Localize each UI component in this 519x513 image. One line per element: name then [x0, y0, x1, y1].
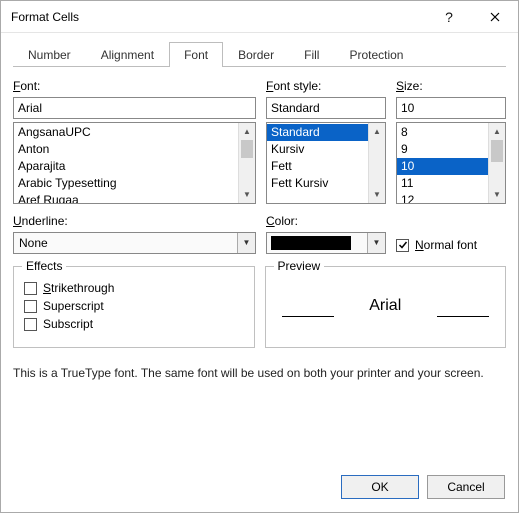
list-item[interactable]: Aref Ruqaa [14, 192, 238, 203]
strike-label: Strikethrough [43, 281, 114, 295]
list-item[interactable]: 11 [397, 175, 488, 192]
list-item[interactable]: Fett [267, 158, 368, 175]
dialog-buttons: OK Cancel [341, 475, 505, 499]
list-item[interactable]: Kursiv [267, 141, 368, 158]
window-title: Format Cells [11, 10, 426, 24]
tab-protection[interactable]: Protection [334, 42, 418, 67]
color-combo[interactable]: ▼ [266, 232, 386, 254]
checkbox-icon [396, 239, 409, 252]
scroll-down-icon[interactable]: ▼ [489, 186, 506, 203]
normal-font-label: Normal font [415, 238, 477, 252]
list-item[interactable]: 9 [397, 141, 488, 158]
preview-legend: Preview [274, 259, 325, 273]
size-input[interactable] [396, 97, 506, 119]
color-swatch [271, 236, 351, 250]
scroll-down-icon[interactable]: ▼ [369, 186, 386, 203]
preview-baseline [282, 316, 334, 317]
size-listbox[interactable]: 8 9 10 11 12 14 ▲ ▼ [396, 122, 506, 204]
list-item[interactable]: Anton [14, 141, 238, 158]
scroll-up-icon[interactable]: ▲ [369, 123, 386, 140]
scroll-thumb[interactable] [241, 140, 253, 158]
effects-group: Effects Strikethrough Superscript Subscr… [13, 266, 255, 348]
titlebar: Format Cells ? [1, 1, 518, 33]
scroll-down-icon[interactable]: ▼ [239, 186, 256, 203]
super-label: Superscript [43, 299, 104, 313]
list-item[interactable]: 8 [397, 124, 488, 141]
fontstyle-scrollbar[interactable]: ▲ ▼ [368, 123, 385, 203]
checkbox-icon [24, 318, 37, 331]
tab-bar: Number Alignment Font Border Fill Protec… [13, 41, 506, 67]
normal-font-checkbox[interactable]: Normal font [396, 238, 477, 252]
chevron-down-icon[interactable]: ▼ [237, 233, 255, 253]
scroll-thumb[interactable] [491, 140, 503, 162]
scroll-up-icon[interactable]: ▲ [489, 123, 506, 140]
tab-fill[interactable]: Fill [289, 42, 334, 67]
tab-number[interactable]: Number [13, 42, 86, 67]
checkbox-icon [24, 300, 37, 313]
preview-text: Arial [369, 297, 401, 315]
tab-alignment[interactable]: Alignment [86, 42, 169, 67]
preview-group: Preview Arial [265, 266, 507, 348]
font-row: Font: AngsanaUPC Anton Aparajita Arabic … [13, 79, 506, 204]
checkbox-icon [24, 282, 37, 295]
size-scrollbar[interactable]: ▲ ▼ [488, 123, 505, 203]
chevron-down-icon[interactable]: ▼ [367, 233, 385, 253]
font-input[interactable] [13, 97, 256, 119]
list-item[interactable]: Arabic Typesetting [14, 175, 238, 192]
font-label: Font: [13, 79, 256, 93]
tab-font[interactable]: Font [169, 42, 223, 67]
font-hint: This is a TrueType font. The same font w… [13, 366, 506, 380]
underline-row: Underline: None ▼ Color: ▼ Normal font [13, 214, 506, 254]
effects-legend: Effects [22, 259, 66, 273]
tab-border[interactable]: Border [223, 42, 289, 67]
list-item[interactable]: Fett Kursiv [267, 175, 368, 192]
fontstyle-label: Font style: [266, 79, 386, 93]
preview-baseline [437, 316, 489, 317]
help-button[interactable]: ? [426, 1, 472, 33]
superscript-checkbox[interactable]: Superscript [24, 299, 244, 313]
list-item[interactable]: 10 [397, 158, 488, 175]
list-item[interactable]: AngsanaUPC [14, 124, 238, 141]
subscript-checkbox[interactable]: Subscript [24, 317, 244, 331]
strikethrough-checkbox[interactable]: Strikethrough [24, 281, 244, 295]
color-label: Color: [266, 214, 386, 228]
underline-combo[interactable]: None ▼ [13, 232, 256, 254]
close-button[interactable] [472, 1, 518, 33]
close-icon [490, 12, 500, 22]
ok-button[interactable]: OK [341, 475, 419, 499]
list-item[interactable]: Standard [267, 124, 368, 141]
dialog-content: Number Alignment Font Border Fill Protec… [1, 33, 518, 390]
sub-label: Subscript [43, 317, 93, 331]
fontstyle-listbox[interactable]: Standard Kursiv Fett Fett Kursiv ▲ ▼ [266, 122, 386, 204]
underline-label: Underline: [13, 214, 256, 228]
font-scrollbar[interactable]: ▲ ▼ [238, 123, 255, 203]
scroll-up-icon[interactable]: ▲ [239, 123, 256, 140]
font-listbox[interactable]: AngsanaUPC Anton Aparajita Arabic Typese… [13, 122, 256, 204]
fontstyle-input[interactable] [266, 97, 386, 119]
size-label: Size: [396, 79, 506, 93]
list-item[interactable]: 12 [397, 192, 488, 203]
underline-value: None [14, 233, 237, 253]
list-item[interactable]: Aparajita [14, 158, 238, 175]
cancel-button[interactable]: Cancel [427, 475, 505, 499]
